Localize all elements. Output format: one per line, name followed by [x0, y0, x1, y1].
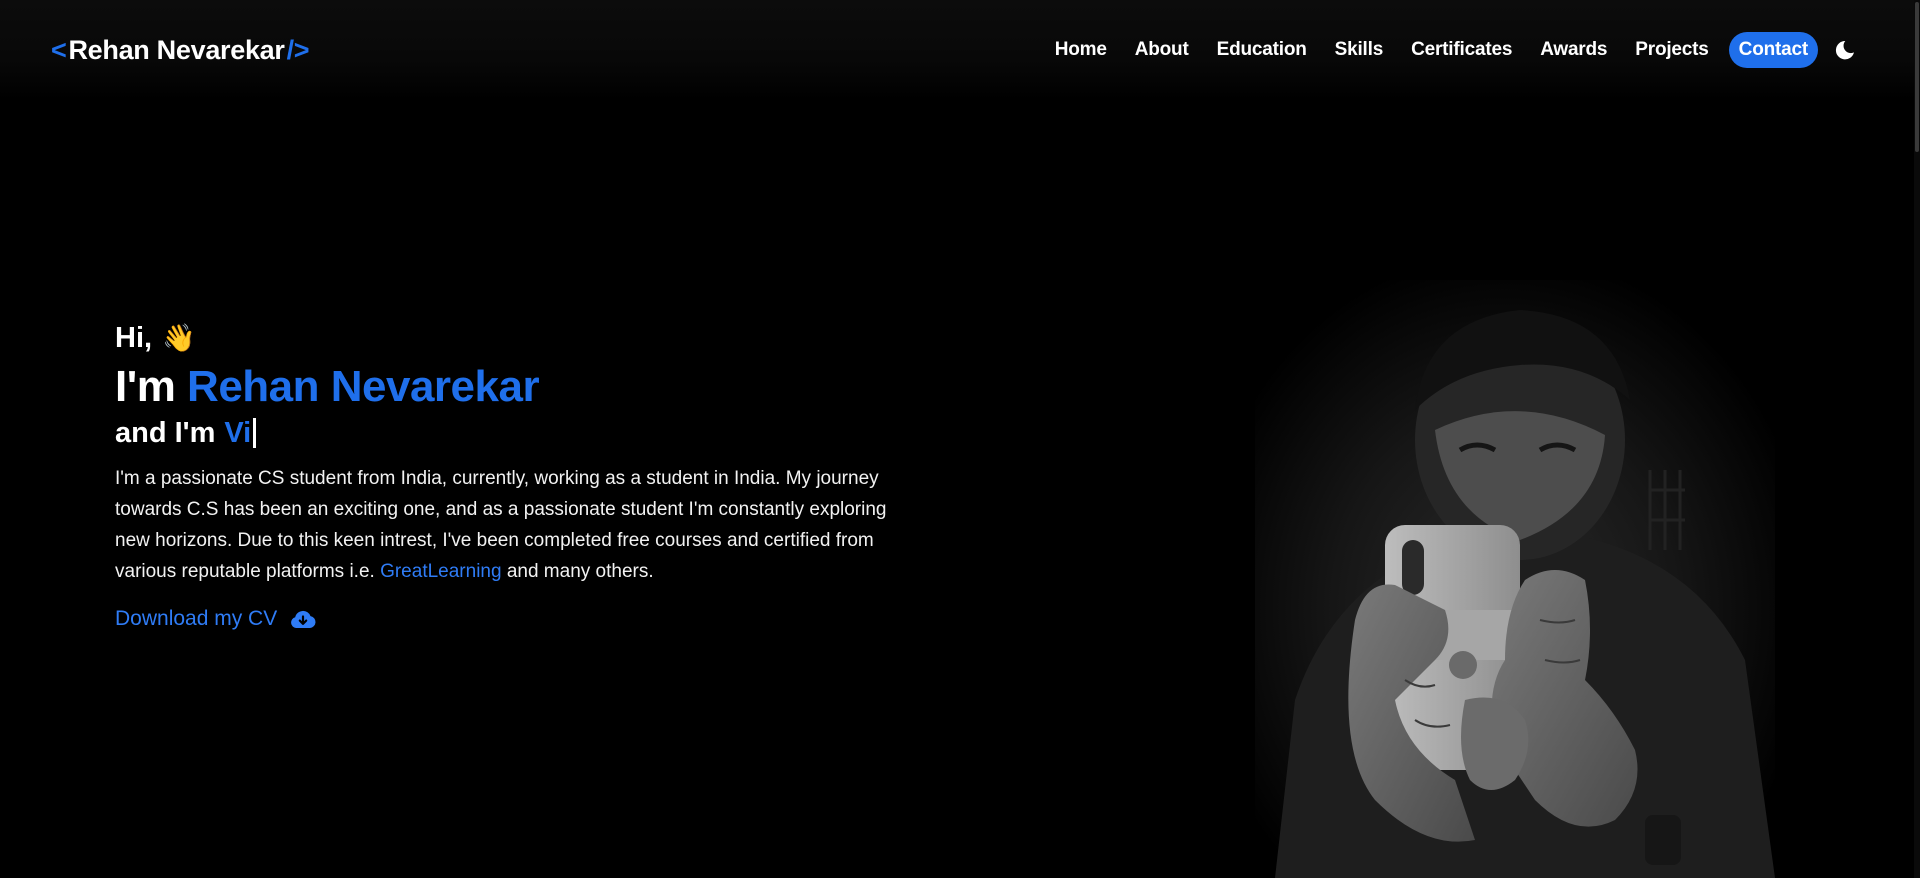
logo-name: Rehan Nevarekar: [68, 34, 285, 65]
logo-close-bracket: />: [286, 34, 310, 65]
download-cv-link[interactable]: Download my CV: [115, 607, 317, 631]
nav-about[interactable]: About: [1121, 32, 1203, 68]
profile-portrait: [1255, 280, 1775, 878]
greeting: Hi, 👋: [115, 318, 935, 358]
role-typed-text: Vi: [224, 417, 252, 449]
logo-open-bracket: <: [51, 34, 67, 65]
typing-cursor: [253, 418, 257, 448]
greeting-text: Hi,: [115, 322, 153, 354]
role-prefix: and I'm: [115, 417, 216, 449]
main-nav: Home About Education Skills Certificates…: [1041, 31, 1862, 69]
nav-awards[interactable]: Awards: [1526, 32, 1621, 68]
nav-contact[interactable]: Contact: [1728, 32, 1818, 68]
greatlearning-link[interactable]: GreatLearning: [380, 561, 501, 582]
site-header: < Rehan Nevarekar /> Home About Educatio…: [0, 0, 1920, 100]
site-logo[interactable]: < Rehan Nevarekar />: [51, 30, 310, 70]
theme-toggle-button[interactable]: [1828, 32, 1862, 68]
cloud-download-icon: [289, 608, 317, 630]
portfolio-page: < Rehan Nevarekar /> Home About Educatio…: [0, 0, 1920, 878]
scrollbar-thumb[interactable]: [1915, 2, 1919, 152]
page-scrollbar[interactable]: [1914, 0, 1920, 878]
hero-im-prefix: I'm: [115, 362, 176, 411]
hero-bio: I'm a passionate CS student from India, …: [115, 463, 915, 587]
hero-title: I'm Rehan Nevarekar: [115, 362, 935, 412]
hero-name: Rehan Nevarekar: [187, 362, 540, 411]
hero-role: and I'm Vi: [115, 413, 935, 453]
wave-emoji: 👋: [162, 323, 196, 353]
nav-skills[interactable]: Skills: [1321, 32, 1397, 68]
nav-education[interactable]: Education: [1203, 32, 1321, 68]
hero-section: Hi, 👋 I'm Rehan Nevarekar and I'm Vi I'm…: [115, 318, 935, 631]
nav-home[interactable]: Home: [1041, 32, 1121, 68]
download-cv-label: Download my CV: [115, 607, 278, 630]
bio-text-after: and many others.: [501, 561, 654, 582]
moon-icon: [1835, 41, 1854, 60]
nav-projects[interactable]: Projects: [1621, 32, 1722, 68]
nav-certificates[interactable]: Certificates: [1397, 32, 1526, 68]
